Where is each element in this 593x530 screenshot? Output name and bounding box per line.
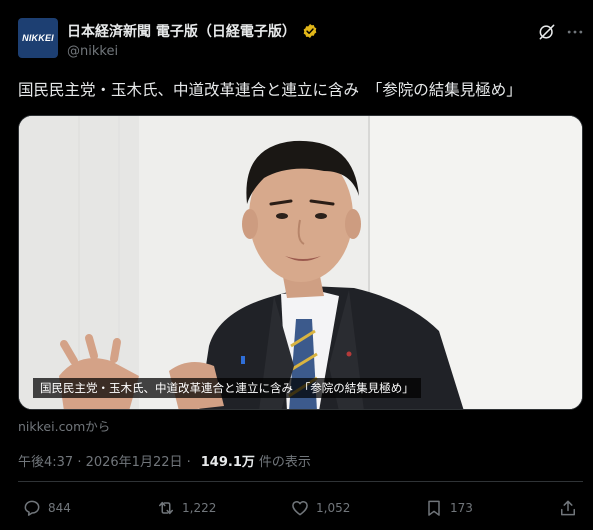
timestamp[interactable]: 午後4:37 · 2026年1月22日 · — [18, 451, 191, 470]
media-card[interactable]: 国民民主党・玉木氏、中道改革連合と連立に含み 「参院の結集見極め」 — [18, 115, 583, 410]
view-count-label: 件の表示 — [258, 455, 311, 470]
bookmark-count: 173 — [450, 501, 473, 515]
handle[interactable]: @nikkei — [67, 44, 118, 59]
display-name[interactable]: 日本経済新聞 電子版（日経電子版） — [67, 21, 296, 41]
grok-icon[interactable] — [537, 22, 557, 42]
verified-badge-icon — [303, 24, 317, 38]
view-count: 149.1万 — [200, 455, 255, 470]
reply-icon — [24, 500, 40, 516]
bookmark-button[interactable]: 173 — [424, 498, 473, 518]
author-name-row: 日本経済新聞 電子版（日経電子版） — [67, 21, 318, 41]
post: NIKKEI 日本経済新聞 電子版（日経電子版） @nikkei 国民民主党・玉… — [0, 0, 593, 530]
share-icon — [561, 500, 575, 516]
avatar[interactable]: NIKKEI — [18, 18, 58, 58]
like-count: 1,052 — [316, 501, 351, 515]
share-button[interactable] — [558, 498, 578, 518]
repost-button[interactable]: 1,222 — [156, 498, 216, 518]
action-bar: 844 1,222 1,052 173 — [18, 498, 583, 522]
reply-count: 844 — [48, 501, 71, 515]
portrait-photo — [19, 116, 582, 409]
avatar-logo-text: NIKKEI — [22, 33, 54, 43]
repost-icon — [159, 501, 173, 515]
divider — [18, 481, 583, 482]
bookmark-icon — [428, 500, 440, 516]
more-options-icon[interactable] — [564, 22, 586, 42]
heart-icon — [292, 501, 308, 516]
post-meta: 午後4:37 · 2026年1月22日 · 149.1万 件の表示 — [18, 451, 311, 470]
media-caption: 国民民主党・玉木氏、中道改革連合と連立に含み 「参院の結集見極め」 — [33, 378, 421, 398]
source-link[interactable]: nikkei.comから — [18, 416, 110, 435]
repost-count: 1,222 — [182, 501, 217, 515]
like-button[interactable]: 1,052 — [290, 498, 350, 518]
reply-button[interactable]: 844 — [22, 498, 71, 518]
post-text: 国民民主党・玉木氏、中道改革連合と連立に含み 「参院の結集見極め」 — [18, 81, 522, 99]
